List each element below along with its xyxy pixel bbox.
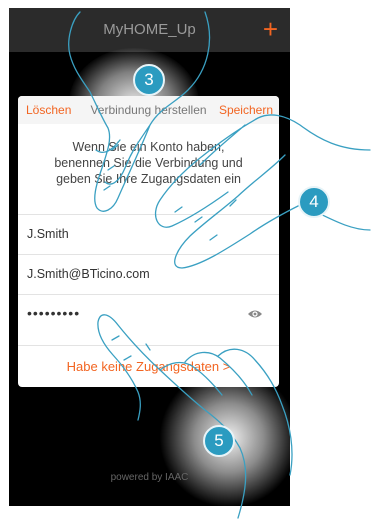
email-value: J.Smith@BTicino.com: [27, 267, 150, 281]
step-3-badge: 3: [133, 64, 165, 96]
powered-by-text: powered by IAAC: [110, 472, 189, 483]
step-5-badge: 5: [203, 425, 235, 457]
plus-icon[interactable]: +: [263, 14, 278, 44]
app-title: MyHOME_Up: [103, 21, 196, 38]
connection-dialog: Löschen Verbindung herstellen Speichern …: [18, 96, 279, 387]
dialog-header: Löschen Verbindung herstellen Speichern: [18, 96, 279, 124]
connection-name-field[interactable]: J.Smith: [18, 214, 279, 254]
dialog-description: Wenn Sie ein Konto haben, benennen Sie d…: [54, 140, 243, 186]
save-button[interactable]: Speichern: [219, 103, 273, 117]
password-value: •••••••••: [27, 305, 81, 321]
connection-name-value: J.Smith: [27, 227, 69, 241]
no-credentials-row: Habe keine Zugangsdaten >: [18, 345, 279, 387]
step-4-badge: 4: [298, 186, 330, 218]
eye-icon[interactable]: [247, 308, 263, 320]
top-bar: MyHOME_Up +: [9, 8, 290, 52]
no-credentials-link[interactable]: Habe keine Zugangsdaten >: [18, 359, 279, 374]
email-field[interactable]: J.Smith@BTicino.com: [18, 254, 279, 294]
password-field[interactable]: •••••••••: [18, 294, 279, 334]
